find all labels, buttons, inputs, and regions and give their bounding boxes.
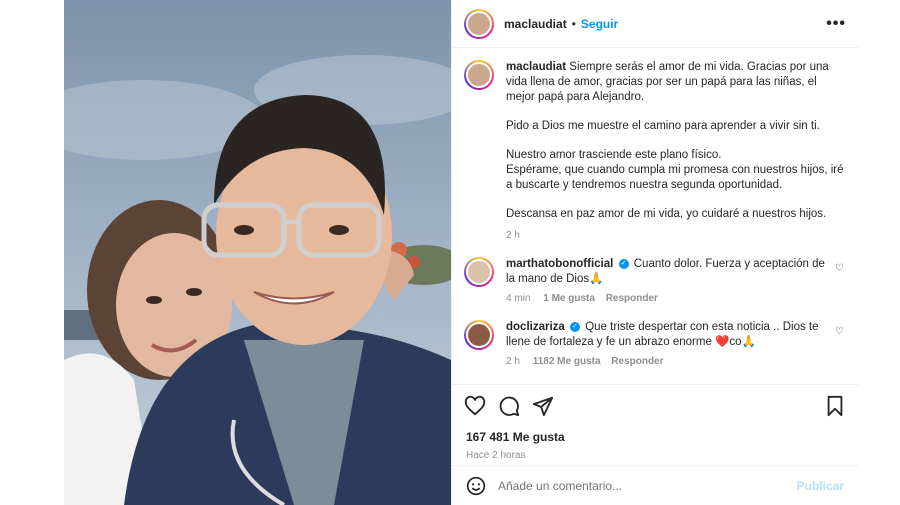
selfie-image (64, 0, 451, 505)
post-header: maclaudiat • Seguir ••• (452, 0, 858, 48)
comment-likes[interactable]: 1182 Me gusta (533, 356, 601, 367)
like-comment-icon[interactable]: ♡ (830, 263, 844, 306)
emoji-icon[interactable] (466, 476, 486, 496)
comment-time: 2 h (506, 356, 520, 367)
comment-likes[interactable]: 1 Me gusta (543, 293, 595, 304)
reply-button[interactable]: Responder (606, 293, 658, 304)
comment-avatar[interactable] (464, 320, 494, 350)
caption-text-2: Pido a Dios me muestre el camino para ap… (506, 120, 820, 132)
action-bar (452, 384, 858, 426)
add-comment-bar: Publicar (452, 465, 858, 505)
verified-icon: ✓ (570, 321, 581, 332)
like-comment-icon[interactable]: ♡ (830, 326, 844, 369)
post-username[interactable]: maclaudiat (504, 17, 567, 31)
comment-avatar[interactable] (464, 257, 494, 287)
comment-username[interactable]: marthatobonofficial (506, 258, 613, 270)
more-options-icon[interactable]: ••• (826, 15, 846, 33)
caption-text-3a: Nuestro amor trasciende este plano físic… (506, 149, 722, 161)
publish-button[interactable]: Publicar (797, 479, 844, 493)
caption-time: 2 h (506, 230, 520, 241)
reply-button[interactable]: Responder (611, 356, 663, 367)
separator-dot: • (571, 16, 576, 31)
verified-icon: ✓ (618, 258, 629, 269)
comments-list[interactable]: maclaudiat Siempre serás el amor de mi v… (452, 48, 858, 384)
caption-text-4: Descansa en paz amor de mi vida, yo cuid… (506, 208, 827, 220)
caption-text-3b: Espérame, que cuando cumpla mi promesa c… (506, 164, 844, 191)
caption-username[interactable]: maclaudiat (506, 61, 566, 73)
comment-icon[interactable] (498, 395, 520, 417)
share-icon[interactable] (532, 395, 554, 417)
caption-avatar[interactable] (464, 60, 494, 90)
avatar[interactable] (464, 8, 494, 39)
post-timestamp: Hace 2 horas (466, 450, 526, 461)
comment-time: 4 min (506, 293, 531, 304)
follow-button[interactable]: Seguir (581, 17, 618, 31)
heart-icon[interactable] (464, 395, 486, 417)
comment-input[interactable] (496, 477, 797, 494)
comment-item: doclizariza ✓ Que triste despertar con e… (464, 320, 844, 369)
post-panel: maclaudiat • Seguir ••• maclaudiat Siemp… (451, 0, 858, 505)
likes-count[interactable]: 167 481 Me gusta (452, 430, 858, 444)
post-photo[interactable] (64, 0, 451, 505)
comment-item: marthatobonofficial ✓ Cuanto dolor. Fuer… (464, 257, 844, 306)
caption: maclaudiat Siempre serás el amor de mi v… (464, 60, 844, 243)
comment-username[interactable]: doclizariza (506, 321, 565, 333)
bookmark-icon[interactable] (824, 395, 846, 417)
